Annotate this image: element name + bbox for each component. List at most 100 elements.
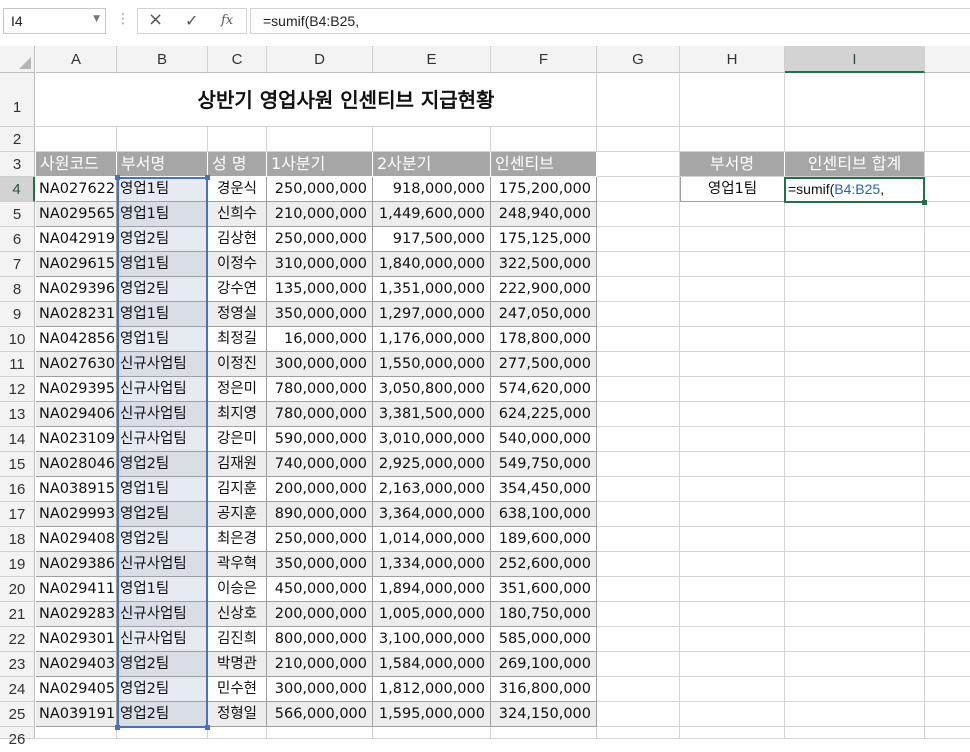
grid-cell[interactable] xyxy=(373,127,491,152)
cell-q1-sales[interactable]: 590,000,000 xyxy=(267,427,373,452)
cell-employee-name[interactable]: 강은미 xyxy=(208,427,267,452)
grid-cell[interactable] xyxy=(785,702,925,727)
grid-cell[interactable] xyxy=(597,227,680,252)
grid-cell[interactable] xyxy=(925,677,970,702)
grid-cell[interactable] xyxy=(597,652,680,677)
cell-employee-name[interactable]: 곽우혁 xyxy=(208,552,267,577)
cell-incentive[interactable]: 189,600,000 xyxy=(491,527,597,552)
summary-total-editing-cell[interactable]: =sumif(B4:B25, xyxy=(785,177,925,202)
cell-q1-sales[interactable]: 210,000,000 xyxy=(267,202,373,227)
grid-cell[interactable] xyxy=(925,727,970,739)
grid-cell[interactable] xyxy=(680,402,785,427)
cell-q1-sales[interactable]: 16,000,000 xyxy=(267,327,373,352)
table-header-5[interactable]: 2사분기 xyxy=(373,152,491,177)
cell-incentive[interactable]: 180,750,000 xyxy=(491,602,597,627)
grid-cell[interactable] xyxy=(785,202,925,227)
grid-cell[interactable] xyxy=(597,177,680,202)
cell-employee-name[interactable]: 김지훈 xyxy=(208,477,267,502)
row-header-23[interactable]: 23 xyxy=(0,652,35,677)
grid-cell[interactable] xyxy=(373,727,491,739)
cell-department[interactable]: 영업2팀 xyxy=(117,227,208,252)
cell-employee-name[interactable]: 이승은 xyxy=(208,577,267,602)
cell-department[interactable]: 영업1팀 xyxy=(117,327,208,352)
cell-department[interactable]: 신규사업팀 xyxy=(117,627,208,652)
table-header-2[interactable]: 부서명 xyxy=(117,152,208,177)
cell-department[interactable]: 영업1팀 xyxy=(117,477,208,502)
row-header-13[interactable]: 13 xyxy=(0,402,35,427)
cell-employee-name[interactable]: 강수연 xyxy=(208,277,267,302)
summary-header-total[interactable]: 인센티브 합계 xyxy=(785,152,925,177)
grid-cell[interactable] xyxy=(680,577,785,602)
cell-incentive[interactable]: 574,620,000 xyxy=(491,377,597,402)
grid-cell[interactable] xyxy=(117,127,208,152)
grid-cell[interactable] xyxy=(597,327,680,352)
grid-cell[interactable] xyxy=(785,727,925,739)
row-header-5[interactable]: 5 xyxy=(0,202,35,227)
cell-q1-sales[interactable]: 300,000,000 xyxy=(267,352,373,377)
row-header-25[interactable]: 25 xyxy=(0,702,35,727)
column-header-a[interactable]: A xyxy=(36,46,117,73)
column-header-b[interactable]: B xyxy=(117,46,208,73)
column-header-i[interactable]: I xyxy=(785,46,925,73)
column-header-e[interactable]: E xyxy=(373,46,491,73)
table-header-4[interactable]: 1사분기 xyxy=(267,152,373,177)
cell-q1-sales[interactable]: 310,000,000 xyxy=(267,252,373,277)
cell-q1-sales[interactable]: 250,000,000 xyxy=(267,227,373,252)
cell-incentive[interactable]: 549,750,000 xyxy=(491,452,597,477)
grid-cell[interactable] xyxy=(925,352,970,377)
cell-employee-code[interactable]: NA029395 xyxy=(36,377,117,402)
cell-q1-sales[interactable]: 200,000,000 xyxy=(267,477,373,502)
cell-department[interactable]: 영업2팀 xyxy=(117,277,208,302)
row-header-21[interactable]: 21 xyxy=(0,602,35,627)
cell-employee-code[interactable]: NA029615 xyxy=(36,252,117,277)
cell-department[interactable]: 영업1팀 xyxy=(117,302,208,327)
row-header-19[interactable]: 19 xyxy=(0,552,35,577)
grid-cell[interactable] xyxy=(680,527,785,552)
grid-cell[interactable] xyxy=(785,377,925,402)
grid-cell[interactable] xyxy=(925,602,970,627)
grid-cell[interactable] xyxy=(785,227,925,252)
row-header-22[interactable]: 22 xyxy=(0,627,35,652)
cell-employee-code[interactable]: NA028046 xyxy=(36,452,117,477)
grid-cell[interactable] xyxy=(597,527,680,552)
grid-cell[interactable] xyxy=(925,152,970,177)
cell-employee-name[interactable]: 공지훈 xyxy=(208,502,267,527)
cell-department[interactable]: 영업1팀 xyxy=(117,252,208,277)
grid-cell[interactable] xyxy=(680,702,785,727)
cell-q1-sales[interactable]: 780,000,000 xyxy=(267,377,373,402)
grid-cell[interactable] xyxy=(785,652,925,677)
cell-employee-code[interactable]: NA029565 xyxy=(36,202,117,227)
row-header-15[interactable]: 15 xyxy=(0,452,35,477)
grid-cell[interactable] xyxy=(117,727,208,739)
grid-cell[interactable] xyxy=(680,277,785,302)
cell-q2-sales[interactable]: 1,351,000,000 xyxy=(373,277,491,302)
summary-dept-value[interactable]: 영업1팀 xyxy=(680,177,785,202)
grid-cell[interactable] xyxy=(785,402,925,427)
grid-cell[interactable] xyxy=(597,277,680,302)
grid-cell[interactable] xyxy=(267,727,373,739)
grid-cell[interactable] xyxy=(925,427,970,452)
grid-cell[interactable] xyxy=(925,252,970,277)
grid-cell[interactable] xyxy=(680,552,785,577)
grid-cell[interactable] xyxy=(680,427,785,452)
grid-cell[interactable] xyxy=(925,702,970,727)
cell-employee-name[interactable]: 경운식 xyxy=(208,177,267,202)
cell-employee-name[interactable]: 최은경 xyxy=(208,527,267,552)
grid-cell[interactable] xyxy=(925,502,970,527)
grid-cell[interactable] xyxy=(925,327,970,352)
grid-cell[interactable] xyxy=(597,502,680,527)
cell-q2-sales[interactable]: 1,449,600,000 xyxy=(373,202,491,227)
cell-employee-code[interactable]: NA029405 xyxy=(36,677,117,702)
cell-incentive[interactable]: 247,050,000 xyxy=(491,302,597,327)
cell-employee-name[interactable]: 신희수 xyxy=(208,202,267,227)
cell-employee-code[interactable]: NA029411 xyxy=(36,577,117,602)
cell-department[interactable]: 신규사업팀 xyxy=(117,352,208,377)
cell-department[interactable]: 영업2팀 xyxy=(117,452,208,477)
cell-department[interactable]: 영업1팀 xyxy=(117,177,208,202)
cell-incentive[interactable]: 175,200,000 xyxy=(491,177,597,202)
cell-incentive[interactable]: 175,125,000 xyxy=(491,227,597,252)
cell-employee-code[interactable]: NA029386 xyxy=(36,552,117,577)
cell-q2-sales[interactable]: 918,000,000 xyxy=(373,177,491,202)
grid-cell[interactable] xyxy=(925,127,970,152)
grid-cell[interactable] xyxy=(925,177,970,202)
